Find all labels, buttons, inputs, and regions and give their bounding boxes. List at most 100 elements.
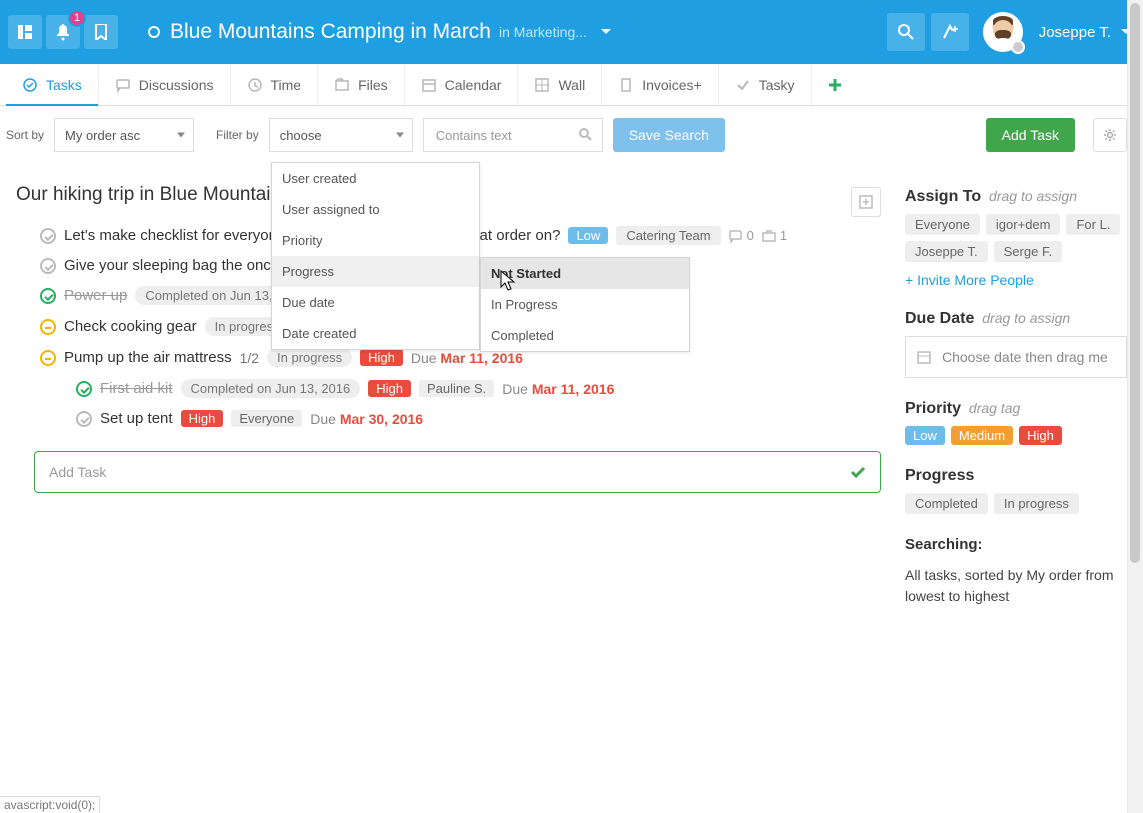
due-date-picker[interactable]: Choose date then drag me xyxy=(905,336,1127,378)
scrollbar-thumb[interactable] xyxy=(1130,3,1140,563)
task-files[interactable]: 1 xyxy=(762,228,787,243)
tab-calendar[interactable]: Calendar xyxy=(405,64,519,105)
tab-label: Calendar xyxy=(445,77,502,93)
search-icon xyxy=(578,127,594,146)
tab-time[interactable]: Time xyxy=(231,64,319,105)
priority-title: Priority xyxy=(905,400,961,417)
task-comments[interactable]: 0 xyxy=(729,228,754,243)
task-status-icon[interactable] xyxy=(40,288,56,304)
add-task-input[interactable]: Add Task xyxy=(34,451,881,493)
filter-due-date[interactable]: Due date xyxy=(272,287,479,318)
settings-button[interactable] xyxy=(1093,118,1127,152)
person-chip[interactable]: Joseppe T. xyxy=(905,241,988,262)
user-name[interactable]: Joseppe T. xyxy=(1039,24,1111,41)
scrollbar[interactable] xyxy=(1127,0,1143,813)
tab-label: Tasky xyxy=(759,77,795,93)
tab-label: Discussions xyxy=(139,77,214,93)
quick-add-button[interactable] xyxy=(931,13,969,51)
tab-files[interactable]: Files xyxy=(318,64,405,105)
invite-link[interactable]: + Invite More People xyxy=(905,272,1127,288)
task-text: First aid kit xyxy=(100,380,173,397)
toolbar: Sort by My order asc Filter by choose Co… xyxy=(0,106,1143,162)
sort-label: Sort by xyxy=(6,128,44,142)
project-context[interactable]: in Marketing... xyxy=(499,24,587,40)
person-chip[interactable]: Everyone xyxy=(905,214,980,235)
task-priority-tag: High xyxy=(181,410,224,427)
task-status-icon[interactable] xyxy=(76,381,92,397)
tab-discussions[interactable]: Discussions xyxy=(99,64,231,105)
notif-badge: 1 xyxy=(68,9,86,27)
task-status-icon[interactable] xyxy=(40,319,56,335)
priority-low[interactable]: Low xyxy=(905,426,945,445)
priority-hint: drag tag xyxy=(969,400,1020,416)
task-text: Set up tent xyxy=(100,410,173,427)
person-chip[interactable]: For L. xyxy=(1066,214,1120,235)
task-due: Due Mar 11, 2016 xyxy=(502,381,614,397)
submit-task-icon[interactable] xyxy=(848,462,868,485)
task-text: Check cooking gear xyxy=(64,318,197,335)
filter-dropdown: User created User assigned to Priority P… xyxy=(271,162,480,350)
app-logo[interactable] xyxy=(8,15,42,49)
add-tab-button[interactable] xyxy=(812,64,858,105)
filter-progress[interactable]: Progress xyxy=(272,256,479,287)
task-status-icon[interactable] xyxy=(40,258,56,274)
placeholder: Contains text xyxy=(436,128,512,143)
placeholder: Add Task xyxy=(49,464,106,480)
global-search-button[interactable] xyxy=(887,13,925,51)
task-status-icon[interactable] xyxy=(76,411,92,427)
priority-high[interactable]: High xyxy=(1019,426,1062,445)
add-task-button[interactable]: Add Task xyxy=(986,118,1075,152)
task-row[interactable]: Set up tent High Everyone Due Mar 30, 2016 xyxy=(16,404,881,433)
filter-priority[interactable]: Priority xyxy=(272,225,479,256)
person-chip[interactable]: Serge F. xyxy=(994,241,1062,262)
filter-select[interactable]: choose xyxy=(269,118,413,152)
search-input[interactable]: Contains text xyxy=(423,118,603,152)
task-text: Pump up the air mattress xyxy=(64,349,232,366)
filter-user-created[interactable]: User created xyxy=(272,163,479,194)
task-status-icon[interactable] xyxy=(40,228,56,244)
list-title: Our hiking trip in Blue Mountains xyxy=(16,184,291,206)
project-status-icon xyxy=(148,26,160,38)
task-tag: Catering Team xyxy=(616,226,720,245)
progress-completed[interactable]: Completed xyxy=(481,320,689,351)
assign-hint: drag to assign xyxy=(989,188,1077,204)
tab-invoices[interactable]: Invoices+ xyxy=(602,64,719,105)
progress-title: Progress xyxy=(905,467,974,484)
tab-tasky[interactable]: Tasky xyxy=(719,64,812,105)
sort-select[interactable]: My order asc xyxy=(54,118,194,152)
sidebar: Assign To drag to assign Everyone igor+de… xyxy=(905,162,1127,629)
searching-body: All tasks, sorted by My order from lowes… xyxy=(905,565,1127,607)
task-status-icon[interactable] xyxy=(40,350,56,366)
person-chip[interactable]: igor+dem xyxy=(986,214,1061,235)
list-expand-button[interactable] xyxy=(851,187,881,217)
notifications-button[interactable]: 1 xyxy=(46,15,80,49)
filter-user-assigned[interactable]: User assigned to xyxy=(272,194,479,225)
task-due: Due Mar 30, 2016 xyxy=(310,411,423,427)
task-text: Power up xyxy=(64,287,127,304)
priority-medium[interactable]: Medium xyxy=(951,426,1013,445)
user-status-icon xyxy=(1011,40,1025,54)
topbar: 1 Blue Mountains Camping in March in Mar… xyxy=(0,0,1143,64)
project-title[interactable]: Blue Mountains Camping in March xyxy=(170,20,491,44)
task-assignee-tag: Pauline S. xyxy=(419,380,494,397)
tab-tasks[interactable]: Tasks xyxy=(6,64,99,105)
task-assignee-tag: Everyone xyxy=(231,410,302,427)
task-completed-pill: Completed on Jun 13, 2016 xyxy=(181,379,361,398)
tab-label: Files xyxy=(358,77,388,93)
project-menu-caret[interactable] xyxy=(601,29,611,35)
task-row[interactable]: First aid kitCompleted on Jun 13, 2016Hi… xyxy=(16,373,881,404)
browser-status: avascript:void(0); xyxy=(0,796,100,813)
progress-chip[interactable]: In progress xyxy=(994,493,1079,514)
progress-chip[interactable]: Completed xyxy=(905,493,988,514)
assign-title: Assign To xyxy=(905,188,981,205)
tab-label: Time xyxy=(271,77,302,93)
due-hint: drag to assign xyxy=(982,310,1070,326)
bookmark-button[interactable] xyxy=(84,15,118,49)
calendar-icon xyxy=(916,349,932,365)
filter-label: Filter by xyxy=(216,128,259,142)
task-progress-pill: In progress xyxy=(267,348,352,367)
tab-wall[interactable]: Wall xyxy=(518,64,602,105)
searching-title: Searching: xyxy=(905,536,1127,553)
save-search-button[interactable]: Save Search xyxy=(613,118,725,152)
filter-date-created[interactable]: Date created xyxy=(272,318,479,349)
